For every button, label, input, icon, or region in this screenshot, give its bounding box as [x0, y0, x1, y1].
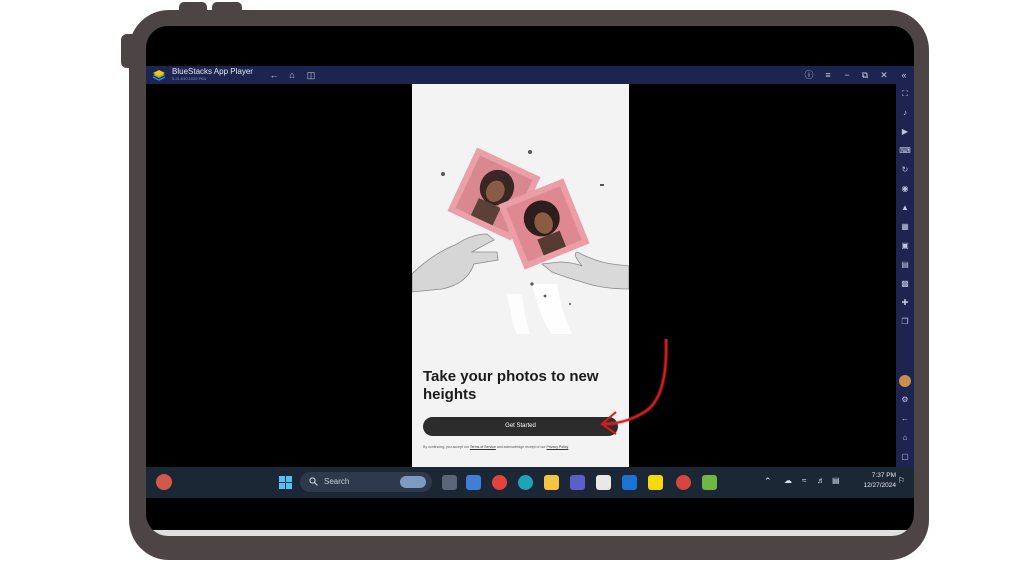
window-title: BlueStacks App Player [172, 67, 253, 76]
legal-prefix: By continuing, you accept our [423, 445, 470, 449]
search-icon [309, 477, 318, 486]
home-icon[interactable]: ⌂ [286, 69, 298, 81]
minimize-icon[interactable]: − [841, 69, 853, 81]
notification-bell-icon[interactable]: ⚐ [898, 476, 905, 485]
store-icon[interactable] [596, 475, 611, 490]
windows-start-icon[interactable] [279, 476, 292, 489]
legal-text: By continuing, you accept our Terms of S… [423, 445, 618, 450]
search-highlight-icon [400, 476, 426, 488]
edge-icon[interactable] [518, 475, 533, 490]
record-icon[interactable]: ◉ [899, 183, 911, 195]
wifi-icon[interactable]: ≈ [802, 476, 806, 485]
terms-of-service-link[interactable]: Terms of Service [470, 445, 496, 449]
chrome-icon[interactable] [492, 475, 507, 490]
android-back-icon[interactable]: ← [899, 413, 911, 425]
search-placeholder: Search [324, 477, 350, 486]
bluestacks-logo-icon [152, 70, 166, 81]
taskbar-clock-date[interactable]: 12/27/2024 [846, 482, 896, 489]
window-subtitle: 5.21.610.1019 P64 [172, 76, 206, 81]
windows-taskbar: Search ⌃ ☁ ≈ ♬ ▤ 7:37 PM 12/27/2024 ⚐ [146, 467, 914, 498]
file-explorer-icon[interactable] [544, 475, 559, 490]
app-onboarding-screen: Take your photos to new heights Get Star… [412, 84, 629, 467]
profile-avatar[interactable] [899, 375, 911, 387]
back-icon[interactable]: ← [268, 69, 280, 81]
taskbar-search-box[interactable]: Search [300, 472, 432, 492]
get-started-button[interactable]: Get Started [423, 417, 618, 436]
tablet-screen: BlueStacks App Player 5.21.610.1019 P64 … [146, 26, 914, 536]
privacy-policy-link[interactable]: Privacy Policy [546, 445, 568, 449]
restore-icon[interactable]: ⧉ [859, 69, 871, 81]
volume-tray-icon[interactable]: ♬ [817, 476, 825, 485]
keyboard-icon[interactable]: ⌨ [899, 145, 911, 157]
recent-apps-icon[interactable]: ▢ [899, 451, 911, 463]
volume-icon[interactable]: ♪ [899, 107, 911, 119]
collapse-icon[interactable]: « [898, 69, 910, 81]
widgets-icon[interactable] [466, 475, 481, 490]
shake-icon[interactable]: ▤ [899, 259, 911, 271]
battery-icon[interactable]: ▤ [832, 476, 840, 485]
teams-icon[interactable] [570, 475, 585, 490]
multitask-icon[interactable]: ◫ [305, 69, 317, 81]
cloud-icon[interactable]: ☁ [784, 476, 792, 485]
gallery-icon[interactable]: ▩ [899, 278, 911, 290]
android-home-icon[interactable]: ⌂ [899, 432, 911, 444]
task-view-icon[interactable] [442, 475, 457, 490]
taskbar-clock-time[interactable]: 7:37 PM [852, 472, 896, 479]
mail-icon[interactable] [622, 475, 637, 490]
settings-icon[interactable]: ⚙ [899, 394, 911, 406]
media-icon[interactable]: ▶ [899, 126, 911, 138]
install-apk-icon[interactable]: ▲ [899, 202, 911, 214]
rotate-icon[interactable]: ↻ [899, 164, 911, 176]
fullscreen-icon[interactable]: ⛶ [899, 88, 911, 100]
bluestacks-icon[interactable] [702, 475, 717, 490]
sticky-notes-icon[interactable] [648, 475, 663, 490]
screen-bottom-bezel [146, 530, 914, 536]
chrome-alt-icon[interactable] [676, 475, 691, 490]
screenshot-icon[interactable]: ▣ [899, 240, 911, 252]
help-icon[interactable]: ⓘ [803, 69, 815, 81]
macro-icon[interactable]: ▦ [899, 221, 911, 233]
tray-overflow-icon[interactable]: ⌃ [764, 476, 772, 487]
hero-illustration [412, 147, 629, 334]
bluestacks-side-toolbar: ⛶ ♪ ▶ ⌨ ↻ ◉ ▲ ▦ ▣ ▤ ▩ ✚ ❐ ⚙ ← ⌂ ▢ [896, 84, 914, 467]
onboarding-headline: Take your photos to new heights [423, 368, 599, 403]
weather-widget-icon[interactable] [156, 474, 172, 490]
copy-icon[interactable]: ❐ [899, 316, 911, 328]
bluestacks-titlebar: BlueStacks App Player 5.21.610.1019 P64 … [146, 66, 914, 84]
location-icon[interactable]: ✚ [899, 297, 911, 309]
close-icon[interactable]: ✕ [878, 69, 890, 81]
menu-icon[interactable]: ≡ [822, 69, 834, 81]
legal-middle: and acknowledge receipt of our [495, 445, 547, 449]
